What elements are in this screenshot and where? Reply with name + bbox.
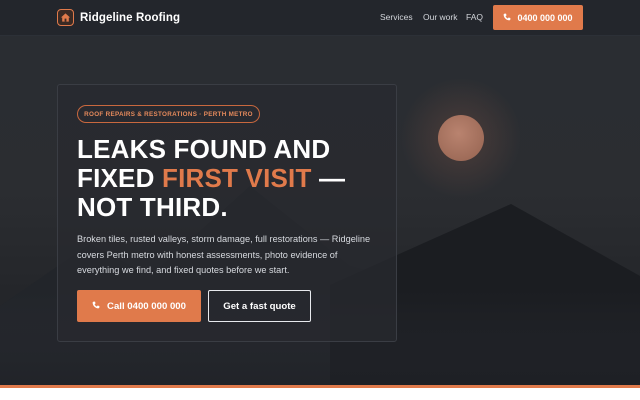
headline-line-2-pre: FIXED [77,163,162,193]
headline-accent: FIRST VISIT [162,163,312,193]
headline-line-1: LEAKS FOUND AND [77,134,331,164]
hero-headline: LEAKS FOUND AND FIXED FIRST VISIT — NOT … [77,135,387,222]
sun-shape [438,115,484,161]
nav-our-work[interactable]: Our work [423,12,457,22]
house-icon [57,9,74,26]
call-button[interactable]: Call 0400 000 000 [77,290,201,322]
brand-link[interactable]: Ridgeline Roofing [57,8,180,27]
hero-card: ROOF REPAIRS & RESTORATIONS · PERTH METR… [57,84,397,342]
header-call-label: 0400 000 000 [517,12,573,23]
quote-button[interactable]: Get a fast quote [208,290,311,322]
call-button-label: Call 0400 000 000 [107,300,186,312]
quote-button-label: Get a fast quote [223,300,296,312]
nav-faq[interactable]: FAQ [466,12,483,22]
headline-line-3: NOT THIRD. [77,192,228,222]
headline-line-2-post: — [311,163,346,193]
header-call-button[interactable]: 0400 000 000 [493,5,583,30]
phone-icon [503,13,511,23]
phone-icon [92,301,100,312]
hero-description: Broken tiles, rusted valleys, storm dama… [77,234,371,275]
nav-services[interactable]: Services [380,12,413,22]
brand-name: Ridgeline Roofing [80,11,181,24]
service-area-badge: ROOF REPAIRS & RESTORATIONS · PERTH METR… [77,105,260,123]
next-section [0,388,640,400]
site-header: Ridgeline Roofing Services Our work FAQ … [0,0,640,36]
